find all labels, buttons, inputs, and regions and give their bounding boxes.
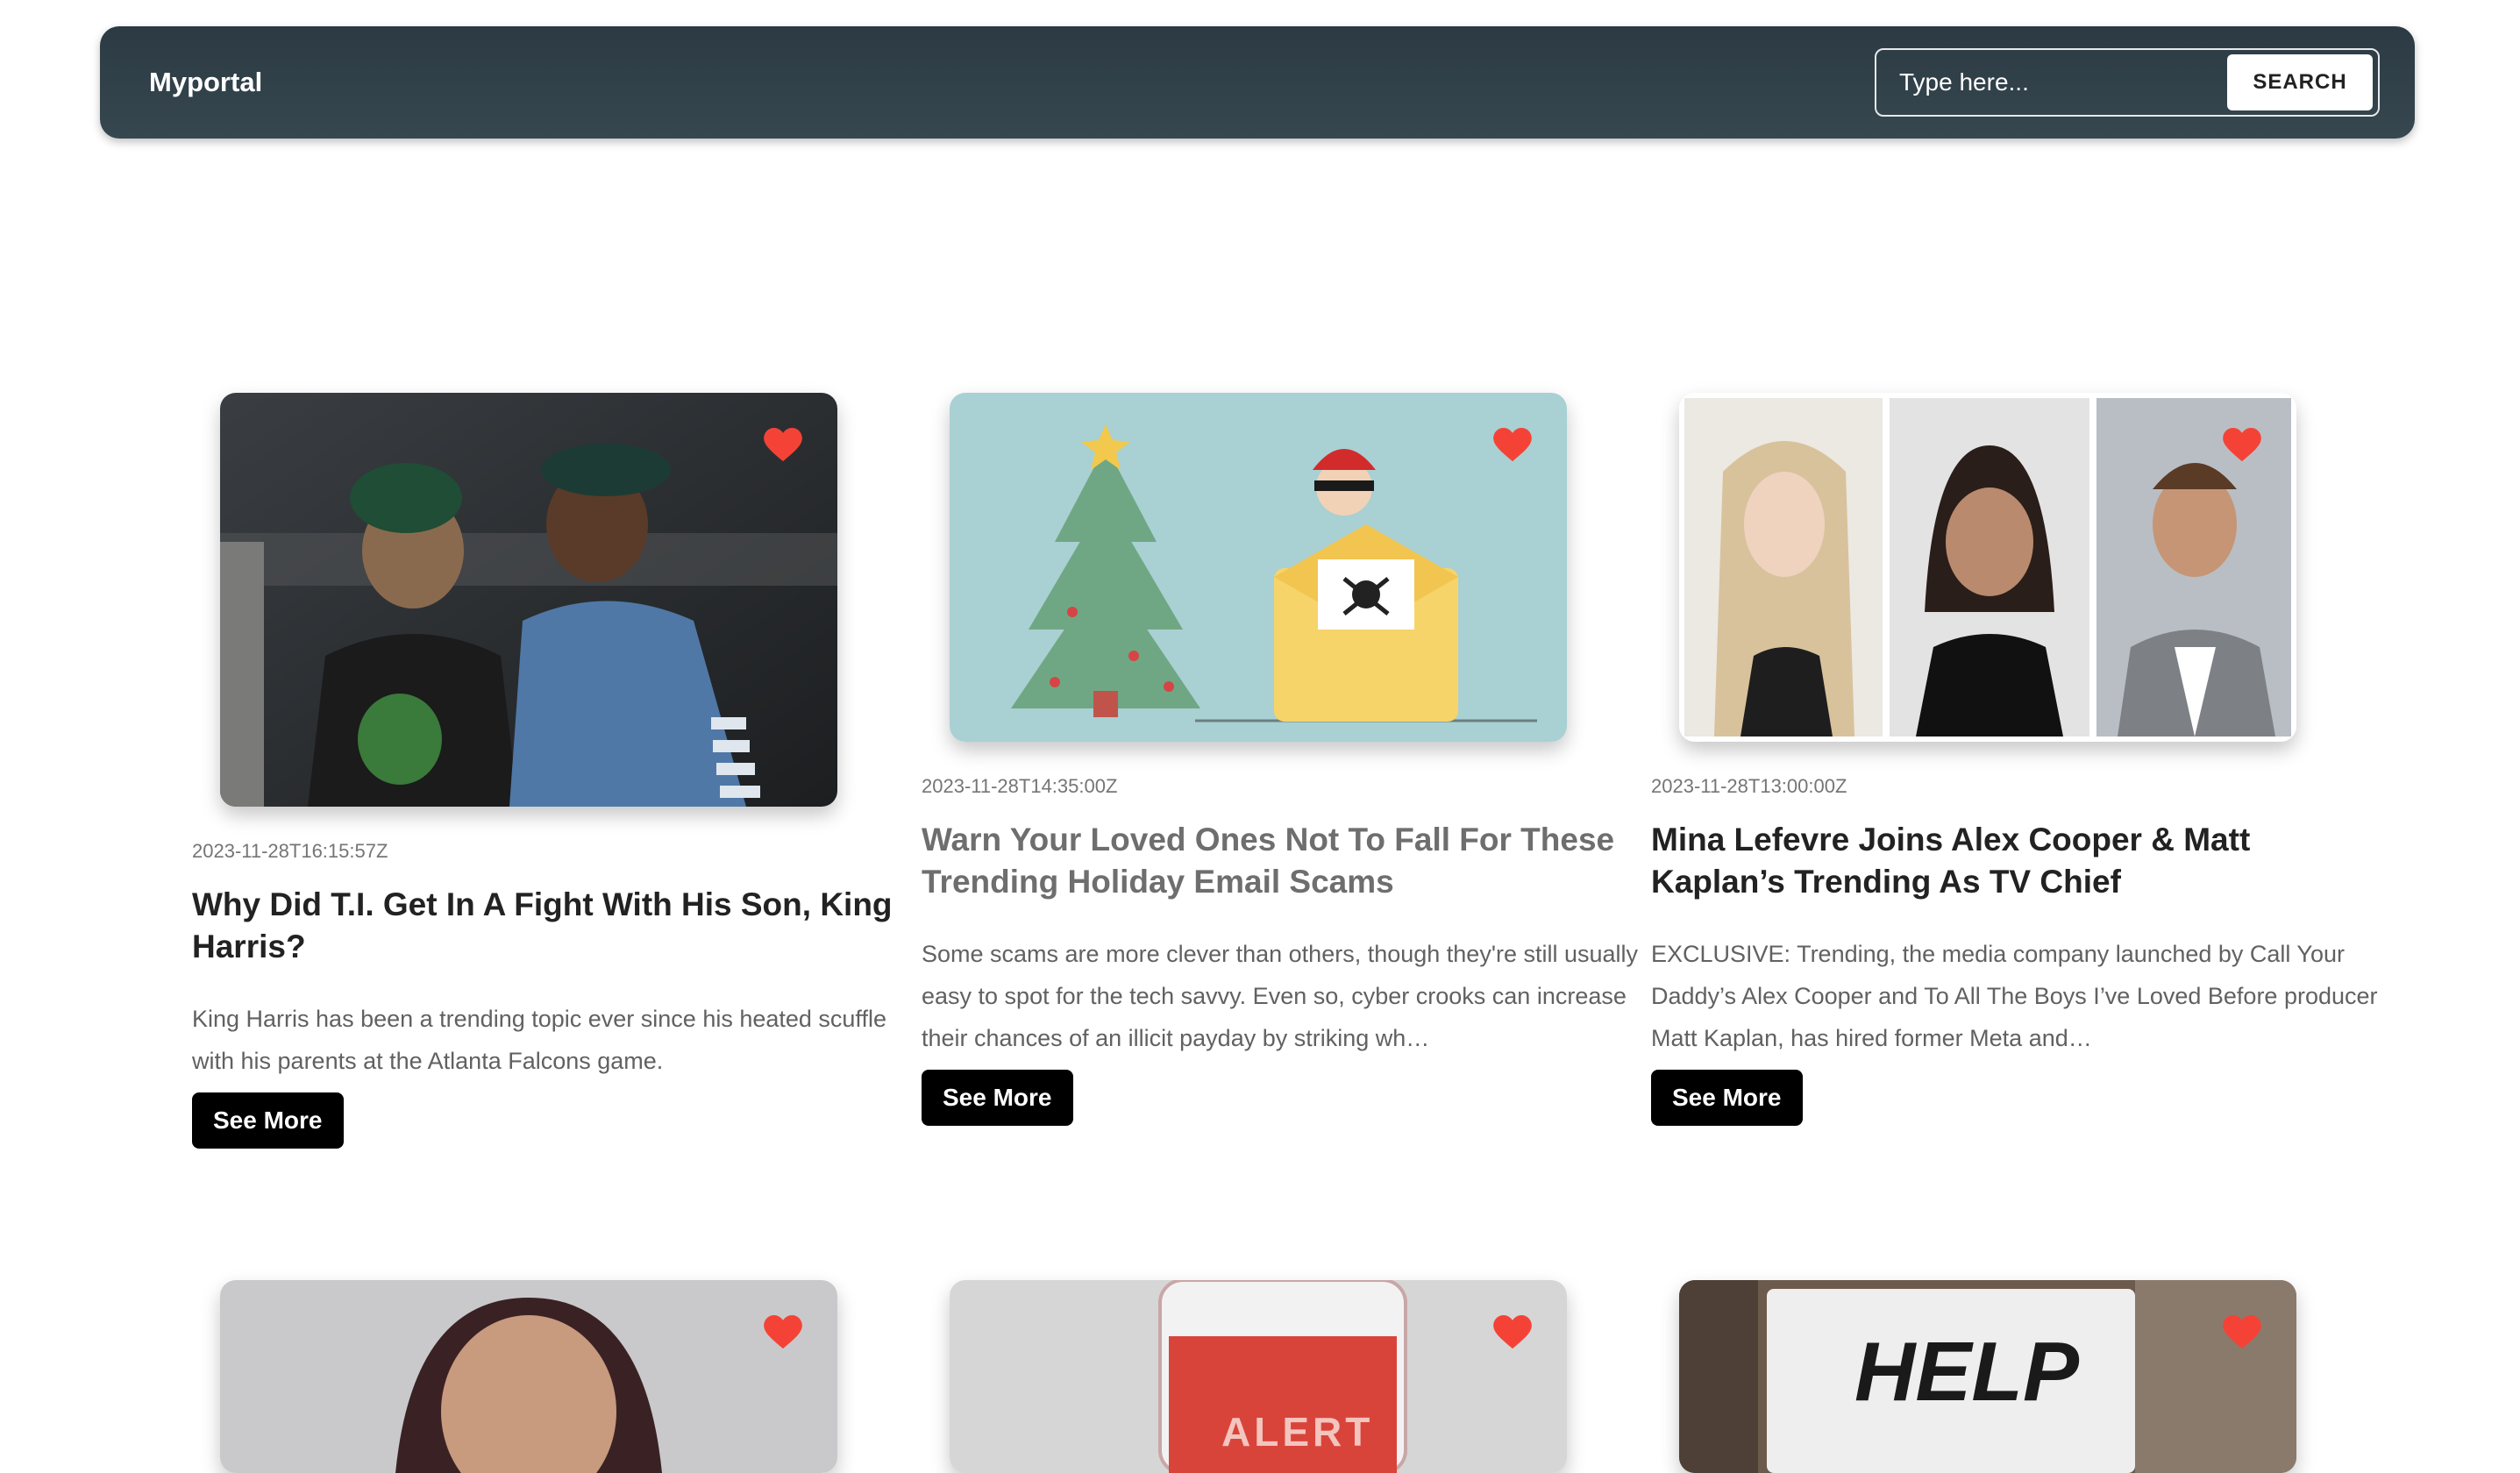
search-input[interactable]	[1876, 50, 2227, 115]
article-excerpt: Some scams are more clever than others, …	[922, 941, 1639, 1051]
article-image[interactable]	[220, 1280, 837, 1473]
article-excerpt: EXCLUSIVE: Trending, the media company l…	[1651, 941, 2378, 1051]
article-date: 2023-11-28T14:35:00Z	[922, 775, 1118, 797]
article-excerpt: King Harris has been a trending topic ev…	[192, 1006, 886, 1074]
see-more-button[interactable]: See More	[1651, 1070, 1803, 1126]
article-card: 2023-11-28T13:00:00Z Mina Lefevre Joins …	[1651, 393, 2388, 1126]
article-card	[192, 1280, 929, 1473]
favorite-heart-icon[interactable]	[2223, 1315, 2261, 1350]
article-date: 2023-11-28T16:15:57Z	[192, 840, 388, 862]
help-sign-text: HELP	[1854, 1325, 2080, 1419]
article-card: ALERT	[922, 1280, 1658, 1473]
alert-sign-text: ALERT	[1221, 1409, 1374, 1455]
favorite-heart-icon[interactable]	[764, 1315, 802, 1350]
article-image[interactable]	[220, 393, 837, 807]
article-date: 2023-11-28T13:00:00Z	[1651, 775, 1847, 797]
brand-logo[interactable]: Myportal	[149, 26, 262, 139]
favorite-heart-icon[interactable]	[1493, 1315, 1532, 1350]
favorite-heart-icon[interactable]	[764, 428, 802, 463]
article-card: HELP	[1651, 1280, 2388, 1473]
favorite-heart-icon[interactable]	[2223, 428, 2261, 463]
article-card: 2023-11-28T16:15:57Z Why Did T.I. Get In…	[192, 393, 929, 1149]
article-image[interactable]	[1679, 393, 2296, 742]
article-image[interactable]	[950, 393, 1567, 742]
article-image[interactable]: ALERT	[950, 1280, 1567, 1473]
see-more-button[interactable]: See More	[192, 1092, 344, 1149]
favorite-heart-icon[interactable]	[1493, 428, 1532, 463]
article-title[interactable]: Mina Lefevre Joins Alex Cooper & Matt Ka…	[1651, 819, 2388, 903]
article-title[interactable]: Why Did T.I. Get In A Fight With His Son…	[192, 884, 929, 968]
article-image[interactable]: HELP	[1679, 1280, 2296, 1473]
article-title[interactable]: Warn Your Loved Ones Not To Fall For The…	[922, 819, 1658, 903]
see-more-button[interactable]: See More	[922, 1070, 1073, 1126]
search-button[interactable]: SEARCH	[2227, 54, 2373, 110]
article-card: 2023-11-28T14:35:00Z Warn Your Loved One…	[922, 393, 1658, 1126]
search-form: SEARCH	[1875, 48, 2380, 117]
navbar: Myportal SEARCH	[100, 26, 2415, 139]
